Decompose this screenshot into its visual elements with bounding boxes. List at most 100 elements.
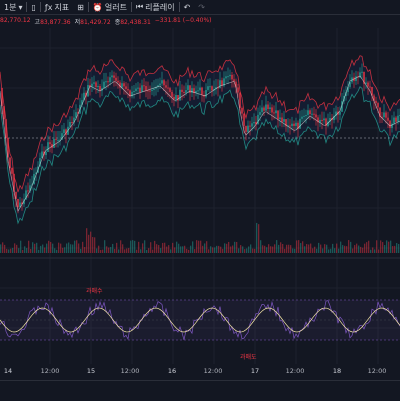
candle-body xyxy=(225,76,227,79)
candle-body xyxy=(199,87,201,91)
candle-body xyxy=(307,110,309,116)
volume-bar xyxy=(222,248,224,253)
candle-body xyxy=(309,110,311,115)
candle-body xyxy=(211,86,213,91)
candle-body xyxy=(391,123,393,128)
layout-grid-icon: ⊞ xyxy=(77,2,84,12)
candle-body xyxy=(133,91,135,93)
volume-bar xyxy=(52,243,54,253)
volume-bar xyxy=(208,249,210,253)
candle-body xyxy=(137,87,139,89)
volume-bar xyxy=(76,240,78,253)
volume-bar xyxy=(386,240,388,253)
volume-bar xyxy=(162,242,164,253)
volume-bar xyxy=(138,241,140,253)
indicators-label: 지표 xyxy=(54,2,70,12)
volume-bar xyxy=(342,245,344,253)
time-axis-label: 12:00 xyxy=(120,367,140,375)
interval-selector[interactable]: 1분 ▾ xyxy=(0,0,26,14)
volume-bar xyxy=(156,244,158,253)
volume-bar xyxy=(214,247,216,253)
undo-icon: ↶ xyxy=(183,2,191,12)
volume-bar xyxy=(296,240,298,253)
candle-body xyxy=(263,107,265,111)
volume-bar xyxy=(292,248,294,253)
volume-bar xyxy=(30,248,32,253)
top-toolbar: 1분 ▾ ▯ ƒx 지표 ⊞ ⏰ 얼러트 ⏮ 리플레이 ↶ ↷ xyxy=(0,0,400,15)
redo-button[interactable]: ↷ xyxy=(194,0,209,14)
time-axis-label: 16 xyxy=(167,367,177,375)
volume-bar xyxy=(328,249,330,253)
candle-body xyxy=(369,86,371,88)
volume-bar xyxy=(346,246,348,253)
volume-bar xyxy=(22,249,24,253)
volume-bar xyxy=(268,244,270,253)
undo-button[interactable]: ↶ xyxy=(180,0,195,14)
volume-bar xyxy=(194,249,196,253)
time-axis-label: 12:00 xyxy=(367,367,387,375)
volume-bar xyxy=(100,249,102,253)
time-axis[interactable]: 14 12:00 15 12:00 16 12:00 17 12:00 18 12:00 xyxy=(0,364,400,380)
candle-body xyxy=(395,117,397,122)
volume-bar xyxy=(108,247,110,253)
candle-body xyxy=(99,86,101,91)
volume-bar xyxy=(164,242,166,253)
candle-body xyxy=(289,125,291,127)
low-value: 81,429.72 xyxy=(80,19,111,26)
replay-button[interactable]: ⏮ 리플레이 xyxy=(132,0,179,14)
candle-body xyxy=(245,125,247,132)
volume-bar xyxy=(394,245,396,253)
high-value: 83,877.36 xyxy=(40,19,71,26)
time-axis-label: 18 xyxy=(332,367,342,375)
candle-body xyxy=(323,118,325,121)
candle-body xyxy=(375,100,377,104)
volume-bar xyxy=(356,243,358,253)
close-value: 82,438.31 xyxy=(120,19,151,26)
volume-bar xyxy=(282,244,284,253)
volume-bar xyxy=(324,244,326,253)
candle-body xyxy=(265,104,267,111)
candle-body xyxy=(153,88,155,90)
layout-button[interactable]: ⊞ xyxy=(73,0,88,14)
candle-body xyxy=(63,129,65,134)
alarm-clock-icon: ⏰ xyxy=(92,2,103,12)
volume-bar xyxy=(202,245,204,253)
candle-body xyxy=(171,91,173,97)
candle-body xyxy=(173,96,175,100)
volume-bar xyxy=(242,246,244,253)
price-chart[interactable] xyxy=(0,28,400,364)
volume-bar xyxy=(124,249,126,253)
volume-bar xyxy=(270,246,272,253)
volume-bar xyxy=(220,246,222,253)
candle-type-button[interactable]: ▯ xyxy=(27,0,39,14)
volume-bar xyxy=(110,247,112,253)
candle-body xyxy=(135,88,137,92)
volume-bar xyxy=(150,242,152,253)
candle-body xyxy=(253,121,255,124)
volume-bar xyxy=(274,244,276,253)
time-axis-label: 14 xyxy=(3,367,13,375)
candle-body xyxy=(201,87,203,95)
volume-bar xyxy=(118,249,120,253)
candle-body xyxy=(231,74,233,80)
candle-body xyxy=(269,107,271,110)
candle-body xyxy=(141,85,143,93)
candle-body xyxy=(275,110,277,114)
candle-body xyxy=(159,83,161,86)
candle-body xyxy=(17,198,19,208)
volume-bar xyxy=(74,240,76,253)
volume-bar xyxy=(316,248,318,253)
volume-bar xyxy=(266,247,268,253)
volume-bar xyxy=(396,243,398,253)
volume-bar xyxy=(304,246,306,253)
alert-button[interactable]: ⏰ 얼러트 xyxy=(89,0,131,14)
volume-bar xyxy=(32,242,34,253)
volume-bar xyxy=(330,248,332,253)
volume-bar xyxy=(94,237,96,253)
volume-bar xyxy=(280,242,282,253)
replay-icon: ⏮ xyxy=(135,2,144,11)
volume-bar xyxy=(28,240,30,253)
volume-bar xyxy=(84,246,86,253)
indicators-button[interactable]: ƒx 지표 xyxy=(41,0,73,14)
volume-bar xyxy=(42,244,44,253)
